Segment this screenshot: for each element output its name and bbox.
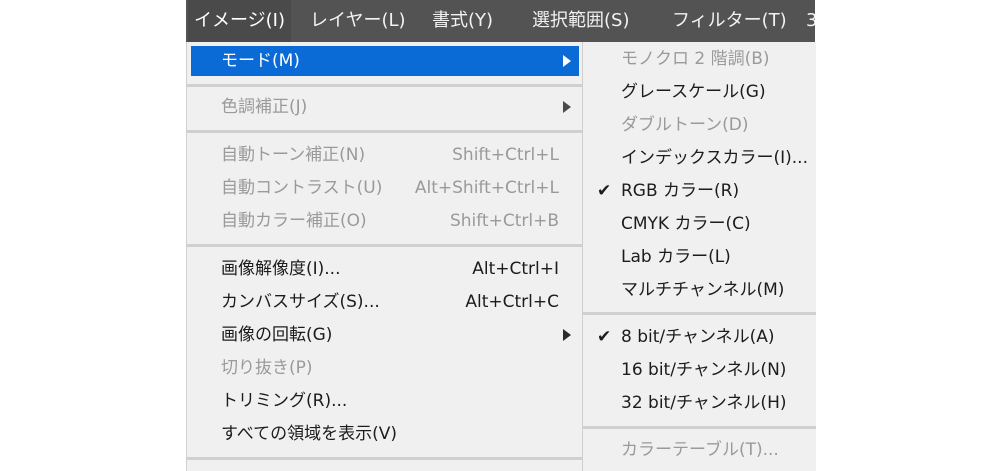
menu-item-label: 切り抜き(P) (221, 358, 313, 378)
submenu-item-lab-color[interactable]: Lab カラー(L) (587, 242, 812, 272)
image-menu-dropdown: モード(M) 色調補正(J) 自動トーン補正(N) Shift+Ctrl+L 自… (186, 42, 583, 471)
menu-item-label: グレースケール(G) (621, 82, 766, 102)
menu-item-label: 32 bit/チャンネル(H) (621, 393, 787, 413)
menu-item-label: CMYK カラー(C) (621, 214, 751, 234)
menu-item-canvas-size[interactable]: カンバスサイズ(S)... Alt+Ctrl+C (191, 287, 579, 317)
submenu-item-duotone[interactable]: ダブルトーン(D) (587, 110, 812, 140)
menu-select[interactable]: 選択範囲(S) (526, 0, 635, 42)
submenu-item-8bit[interactable]: ✔ 8 bit/チャンネル(A) (587, 322, 812, 352)
checkmark-icon: ✔ (597, 327, 612, 347)
menu-item-label: 画像の回転(G) (221, 325, 333, 345)
menu-item-label: すべての領域を表示(V) (221, 424, 398, 444)
submenu-item-multichannel[interactable]: マルチチャンネル(M) (587, 275, 812, 305)
menu-item-label: Lab カラー(L) (621, 247, 731, 267)
menu-item-shortcut: Alt+Shift+Ctrl+L (414, 178, 559, 198)
menu-item-auto-contrast[interactable]: 自動コントラスト(U) Alt+Shift+Ctrl+L (191, 173, 579, 203)
menu-item-label: カンバスサイズ(S)... (221, 292, 380, 312)
menu-item-label: 自動トーン補正(N) (221, 145, 366, 165)
menu-item-trim[interactable]: トリミング(R)... (191, 386, 579, 416)
menu-bar: イメージ(I) レイヤー(L) 書式(Y) 選択範囲(S) フィルター(T) 3 (186, 0, 815, 42)
submenu-item-16bit[interactable]: 16 bit/チャンネル(N) (587, 355, 812, 385)
menu-item-crop[interactable]: 切り抜き(P) (191, 353, 579, 383)
menu-filter[interactable]: フィルター(T) (666, 0, 793, 42)
menu-item-auto-tone[interactable]: 自動トーン補正(N) Shift+Ctrl+L (191, 140, 579, 170)
submenu-item-indexed-color[interactable]: インデックスカラー(I)... (587, 143, 812, 173)
menu-divider (187, 130, 583, 133)
menu-item-shortcut: Shift+Ctrl+L (452, 145, 559, 165)
menu-item-adjustments[interactable]: 色調補正(J) (191, 92, 579, 122)
menu-item-label: 自動コントラスト(U) (221, 178, 383, 198)
submenu-arrow-icon (563, 101, 571, 113)
menu-divider (187, 84, 583, 87)
menu-item-label: ダブルトーン(D) (621, 115, 749, 135)
submenu-item-color-table[interactable]: カラーテーブル(T)... (587, 435, 812, 465)
submenu-arrow-icon (563, 55, 571, 67)
submenu-item-grayscale[interactable]: グレースケール(G) (587, 77, 812, 107)
menu-item-label: RGB カラー(R) (621, 181, 740, 201)
menu-item-image-size[interactable]: 画像解像度(I)... Alt+Ctrl+I (191, 254, 579, 284)
menu-item-label: モノクロ 2 階調(B) (621, 49, 770, 69)
menu-item-label: 画像解像度(I)... (221, 259, 341, 279)
menu-item-label: モード(M) (221, 51, 300, 71)
menu-item-shortcut: Shift+Ctrl+B (449, 211, 559, 231)
menu-item-label: インデックスカラー(I)... (621, 148, 808, 168)
menu-item-label: トリミング(R)... (221, 391, 348, 411)
menu-item-label: カラーテーブル(T)... (621, 440, 779, 460)
menu-item-shortcut: Alt+Ctrl+I (472, 259, 559, 279)
menu-item-label: 16 bit/チャンネル(N) (621, 360, 787, 380)
submenu-arrow-icon (563, 329, 571, 341)
menu-item-auto-color[interactable]: 自動カラー補正(O) Shift+Ctrl+B (191, 206, 579, 236)
menu-item-shortcut: Alt+Ctrl+C (465, 292, 559, 312)
submenu-item-32bit[interactable]: 32 bit/チャンネル(H) (587, 388, 812, 418)
menu-item-mode[interactable]: モード(M) (191, 46, 579, 76)
checkmark-icon: ✔ (597, 181, 612, 201)
menu-type[interactable]: 書式(Y) (426, 0, 499, 42)
menu-divider (583, 312, 816, 315)
menu-divider (187, 244, 583, 247)
menu-divider (583, 426, 816, 429)
menu-layer[interactable]: レイヤー(L) (304, 0, 412, 42)
submenu-item-rgb-color[interactable]: ✔ RGB カラー(R) (587, 176, 812, 206)
menu-item-label: 色調補正(J) (221, 97, 308, 117)
submenu-item-bitmap[interactable]: モノクロ 2 階調(B) (587, 44, 812, 74)
menu-item-reveal-all[interactable]: すべての領域を表示(V) (191, 419, 579, 449)
menu-divider (187, 457, 583, 460)
mode-submenu: モノクロ 2 階調(B) グレースケール(G) ダブルトーン(D) インデックス… (582, 42, 816, 471)
menu-3d[interactable]: 3 (800, 0, 815, 42)
menu-item-image-rotation[interactable]: 画像の回転(G) (191, 320, 579, 350)
menu-item-label: マルチチャンネル(M) (621, 280, 785, 300)
menu-image[interactable]: イメージ(I) (188, 0, 291, 42)
menu-item-label: 自動カラー補正(O) (221, 211, 367, 231)
menu-item-label: 8 bit/チャンネル(A) (621, 327, 775, 347)
submenu-item-cmyk-color[interactable]: CMYK カラー(C) (587, 209, 812, 239)
